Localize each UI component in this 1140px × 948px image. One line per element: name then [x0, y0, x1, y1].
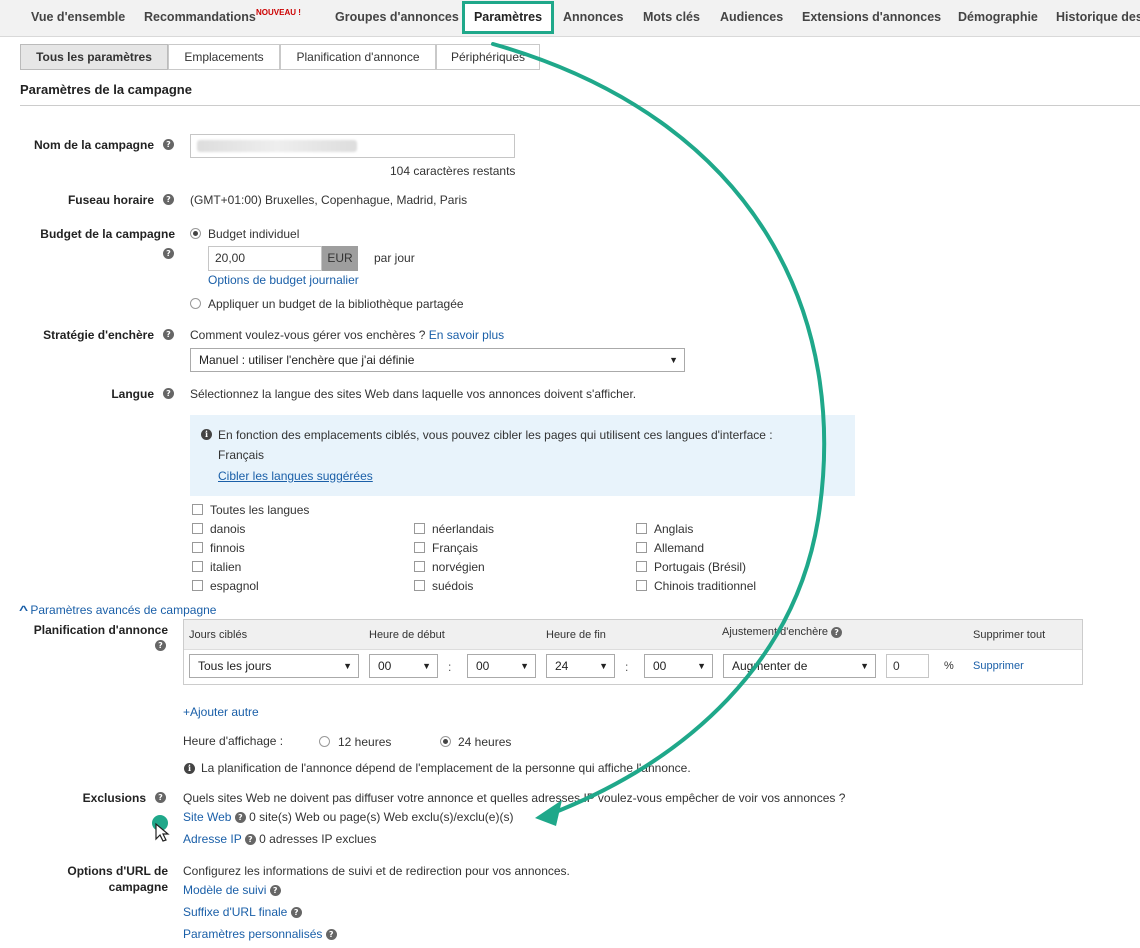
arrow-annotation-icon: [491, 42, 827, 826]
cursor-icon: [152, 815, 170, 842]
